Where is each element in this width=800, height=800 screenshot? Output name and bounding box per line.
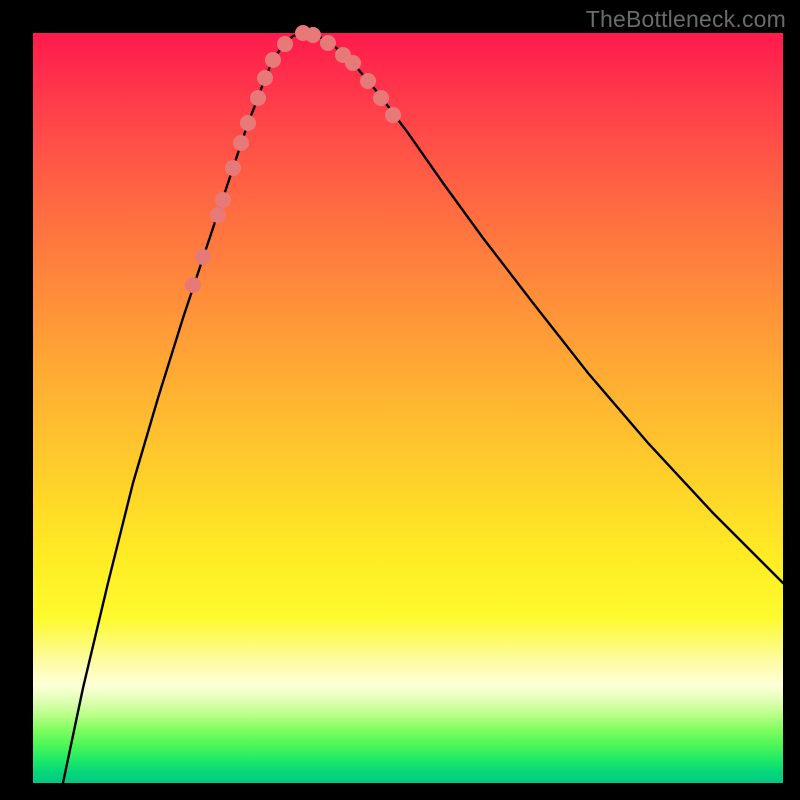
bottleneck-curve — [63, 33, 783, 783]
sample-point — [185, 277, 201, 293]
chart-frame: TheBottleneck.com — [0, 0, 800, 800]
sample-point — [305, 27, 321, 43]
sample-point — [215, 192, 231, 208]
sample-point — [250, 90, 266, 106]
sample-point — [345, 55, 361, 71]
sample-point — [373, 90, 389, 106]
sample-point — [265, 52, 281, 68]
sample-point — [210, 207, 226, 223]
sample-point — [360, 73, 376, 89]
sample-point — [240, 115, 256, 131]
sample-point — [320, 35, 336, 51]
chart-svg — [33, 33, 783, 783]
sample-point — [257, 70, 273, 86]
watermark-text: TheBottleneck.com — [586, 6, 786, 33]
sample-point — [233, 135, 249, 151]
sample-points — [185, 25, 401, 293]
sample-point — [277, 36, 293, 52]
sample-point — [225, 160, 241, 176]
sample-point — [385, 107, 401, 123]
sample-point — [195, 249, 211, 265]
